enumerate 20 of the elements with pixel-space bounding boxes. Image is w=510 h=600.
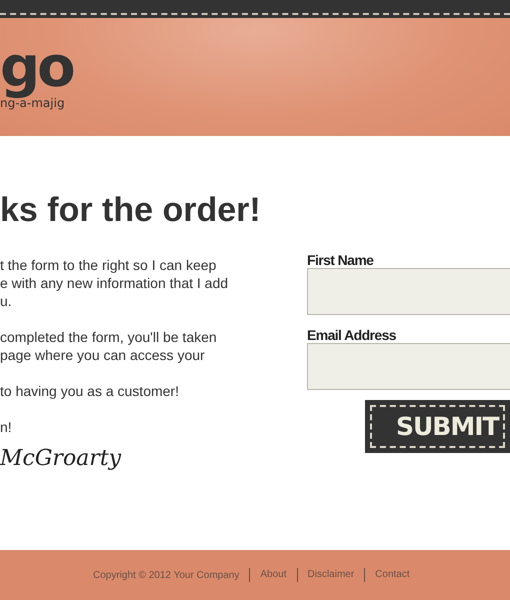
field-label: Email Address <box>307 327 396 343</box>
paragraph-line: to having you as a customer! <box>0 382 179 400</box>
paragraph-line: e with any new information that I add <box>0 274 228 292</box>
logo-text: go <box>0 38 73 98</box>
field-label: First Name <box>307 252 374 268</box>
copyright-text: Copyright © 2012 Your Company <box>93 570 240 580</box>
footer-link[interactable]: About <box>249 568 296 582</box>
page-heading: ks for the order! <box>0 190 261 230</box>
paragraph-line: t the form to the right so I can keep <box>0 256 216 274</box>
paragraph-line: n! <box>0 418 12 436</box>
footer-link[interactable]: Disclaimer <box>296 568 364 582</box>
tagline: ng-a-majig <box>0 96 65 110</box>
signature: McGroarty <box>0 446 122 471</box>
input-field[interactable] <box>307 268 510 315</box>
paragraph-line: completed the form, you'll be taken <box>0 328 217 346</box>
paragraph-line: u. <box>0 292 12 310</box>
footer-link[interactable]: Contact <box>364 568 420 582</box>
submit-button[interactable]: SUBMIT <box>365 400 510 453</box>
paragraph-line: page where you can access your <box>0 346 205 364</box>
input-field[interactable] <box>307 343 510 390</box>
